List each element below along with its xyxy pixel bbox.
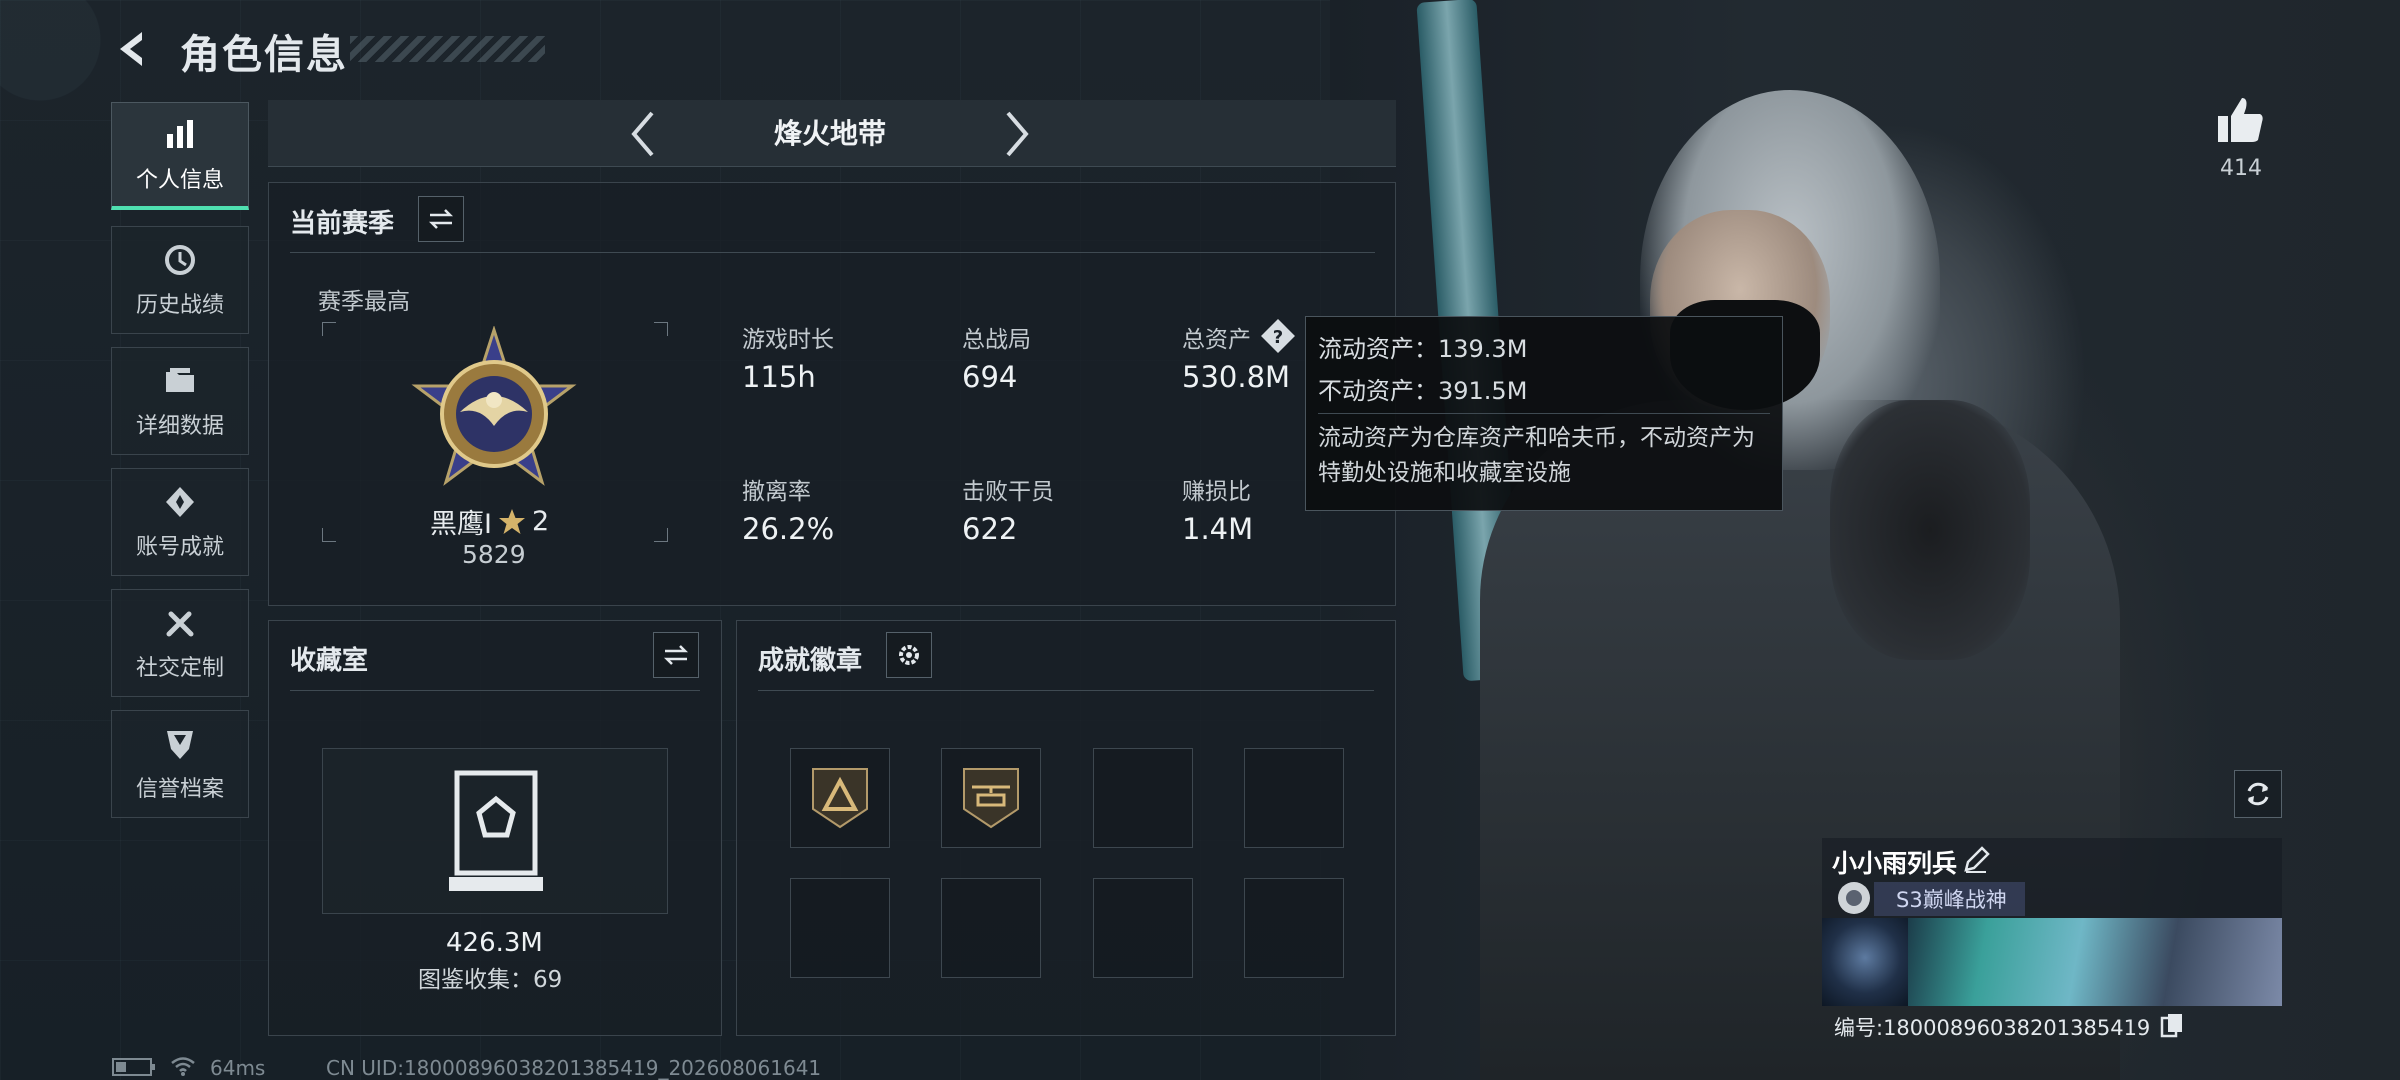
rank-name-row: 黑鹰I 2	[430, 502, 549, 541]
bar-chart-icon	[167, 119, 193, 148]
achievement-icon	[166, 487, 194, 517]
panel-divider	[290, 690, 700, 691]
copy-icon	[2160, 1014, 2182, 1038]
swap-icon	[663, 645, 689, 665]
collection-preview	[322, 748, 668, 914]
tooltip-description: 流动资产为仓库资产和哈夫币，不动资产为特勤处设施和收藏室设施	[1318, 425, 1755, 486]
nav-label: 详细数据	[135, 414, 224, 439]
thumbs-up-icon	[2218, 98, 2263, 142]
badge-slot-empty[interactable]	[1244, 748, 1344, 848]
rank-stars: 2	[531, 506, 550, 537]
collection-catalog: 图鉴收集：69	[418, 967, 563, 993]
title-emblem-icon	[1834, 878, 1874, 922]
stat-value: 26.2%	[742, 512, 835, 546]
nav-item-personal-info[interactable]: 个人信息	[111, 102, 249, 210]
nav-item-detailed-data[interactable]: 详细数据	[111, 347, 249, 455]
star-icon	[498, 508, 525, 534]
tooltip-divider	[1318, 413, 1770, 414]
wifi-icon	[170, 1056, 196, 1080]
badges-title: 成就徽章	[758, 646, 863, 676]
stat-value: 694	[962, 360, 1018, 394]
rank-points: 5829	[462, 540, 526, 569]
asset-tooltip: 流动资产：139.3M 不动资产：391.5M 流动资产为仓库资产和哈夫币，不动…	[1305, 316, 1783, 511]
back-button[interactable]	[112, 28, 154, 70]
like-button[interactable]	[2216, 96, 2266, 148]
panel-divider	[290, 252, 1375, 253]
next-season-button[interactable]	[1002, 110, 1032, 162]
tooltip-liquid-assets: 流动资产：139.3M	[1318, 335, 1528, 363]
stat-label: 游戏时长	[742, 327, 834, 353]
stat-value: 622	[962, 512, 1018, 546]
pencil-icon	[1964, 846, 1990, 873]
battery-icon	[112, 1058, 156, 1080]
edit-name-button[interactable]	[1962, 846, 1990, 878]
gear-icon	[899, 645, 919, 665]
rank-emblem-icon	[404, 325, 584, 510]
switch-season-button[interactable]	[418, 196, 464, 242]
tooltip-fixed-assets: 不动资产：391.5M	[1318, 377, 1528, 405]
stat-label: 总资产	[1182, 327, 1251, 353]
back-arrow-icon	[120, 32, 142, 66]
question-icon: ?	[1261, 319, 1295, 353]
collection-title: 收藏室	[290, 646, 369, 676]
character-armor	[1830, 400, 2030, 660]
vault-icon	[449, 770, 543, 891]
season-name: 烽火地带	[773, 117, 886, 150]
rotate-character-button[interactable]	[2234, 770, 2282, 818]
chevron-left-icon	[631, 111, 654, 157]
stat-label: 总战局	[962, 327, 1031, 353]
rank-name: 黑鹰I	[430, 509, 492, 540]
nav-label: 历史战绩	[135, 293, 224, 318]
badges-settings-button[interactable]	[886, 632, 932, 678]
stat-label: 撤离率	[742, 479, 811, 505]
player-title: S3巅峰战神	[1874, 882, 2025, 916]
badge-slot-empty[interactable]	[1093, 878, 1193, 978]
swap-icon	[428, 209, 454, 229]
badge-slot-empty[interactable]	[941, 878, 1041, 978]
player-id: 编号:18000896038201385419	[1834, 1016, 2151, 1040]
badge-slot-empty[interactable]	[1093, 748, 1193, 848]
tools-icon	[166, 611, 194, 637]
ping-value: 64ms	[210, 1056, 266, 1080]
badge-slot-empty[interactable]	[1244, 878, 1344, 978]
player-name: 小小雨列兵	[1832, 849, 1958, 878]
collection-value: 426.3M	[446, 928, 543, 958]
like-count: 414	[2220, 156, 2262, 181]
badge-slot[interactable]	[790, 748, 890, 848]
uid-footer: CN UID:18000896038201385419_202608061641	[326, 1056, 822, 1080]
chevron-right-icon	[1006, 111, 1029, 157]
prev-season-button[interactable]	[628, 110, 658, 162]
badge-triangle-icon	[812, 768, 868, 829]
nav-label: 个人信息	[135, 167, 224, 193]
badge-slot-empty[interactable]	[790, 878, 890, 978]
nav-label: 信誉档案	[135, 777, 224, 802]
refresh-icon	[2247, 782, 2269, 806]
nav-item-achievements[interactable]: 账号成就	[111, 468, 249, 576]
shield-icon	[167, 731, 193, 759]
nav-item-history[interactable]: 历史战绩	[111, 226, 249, 334]
clock-history-icon	[165, 245, 195, 275]
nav-label: 账号成就	[135, 535, 224, 560]
page-title: 角色信息	[180, 32, 348, 78]
stat-label: 赚损比	[1182, 479, 1251, 505]
current-season-title: 当前赛季	[290, 209, 395, 239]
badge-slot[interactable]	[941, 748, 1041, 848]
folder-icon	[166, 368, 194, 392]
stat-value: 530.8M	[1182, 360, 1291, 394]
asset-help-button[interactable]: ?	[1260, 318, 1296, 358]
copy-id-button[interactable]	[2160, 1012, 2184, 1042]
nav-item-reputation[interactable]: 信誉档案	[111, 710, 249, 818]
collection-switch-button[interactable]	[653, 632, 699, 678]
badge-helicopter-icon	[963, 768, 1019, 829]
stat-label: 击败干员	[962, 479, 1054, 505]
stat-value: 1.4M	[1182, 512, 1254, 546]
panel-divider	[758, 690, 1374, 691]
stat-value: 115h	[742, 360, 816, 394]
nav-label: 社交定制	[135, 656, 224, 681]
season-best-label: 赛季最高	[318, 289, 410, 315]
svg-text:?: ?	[1273, 327, 1283, 348]
title-decoration	[350, 36, 545, 62]
nav-item-social[interactable]: 社交定制	[111, 589, 249, 697]
avatar[interactable]	[1822, 918, 1908, 1006]
